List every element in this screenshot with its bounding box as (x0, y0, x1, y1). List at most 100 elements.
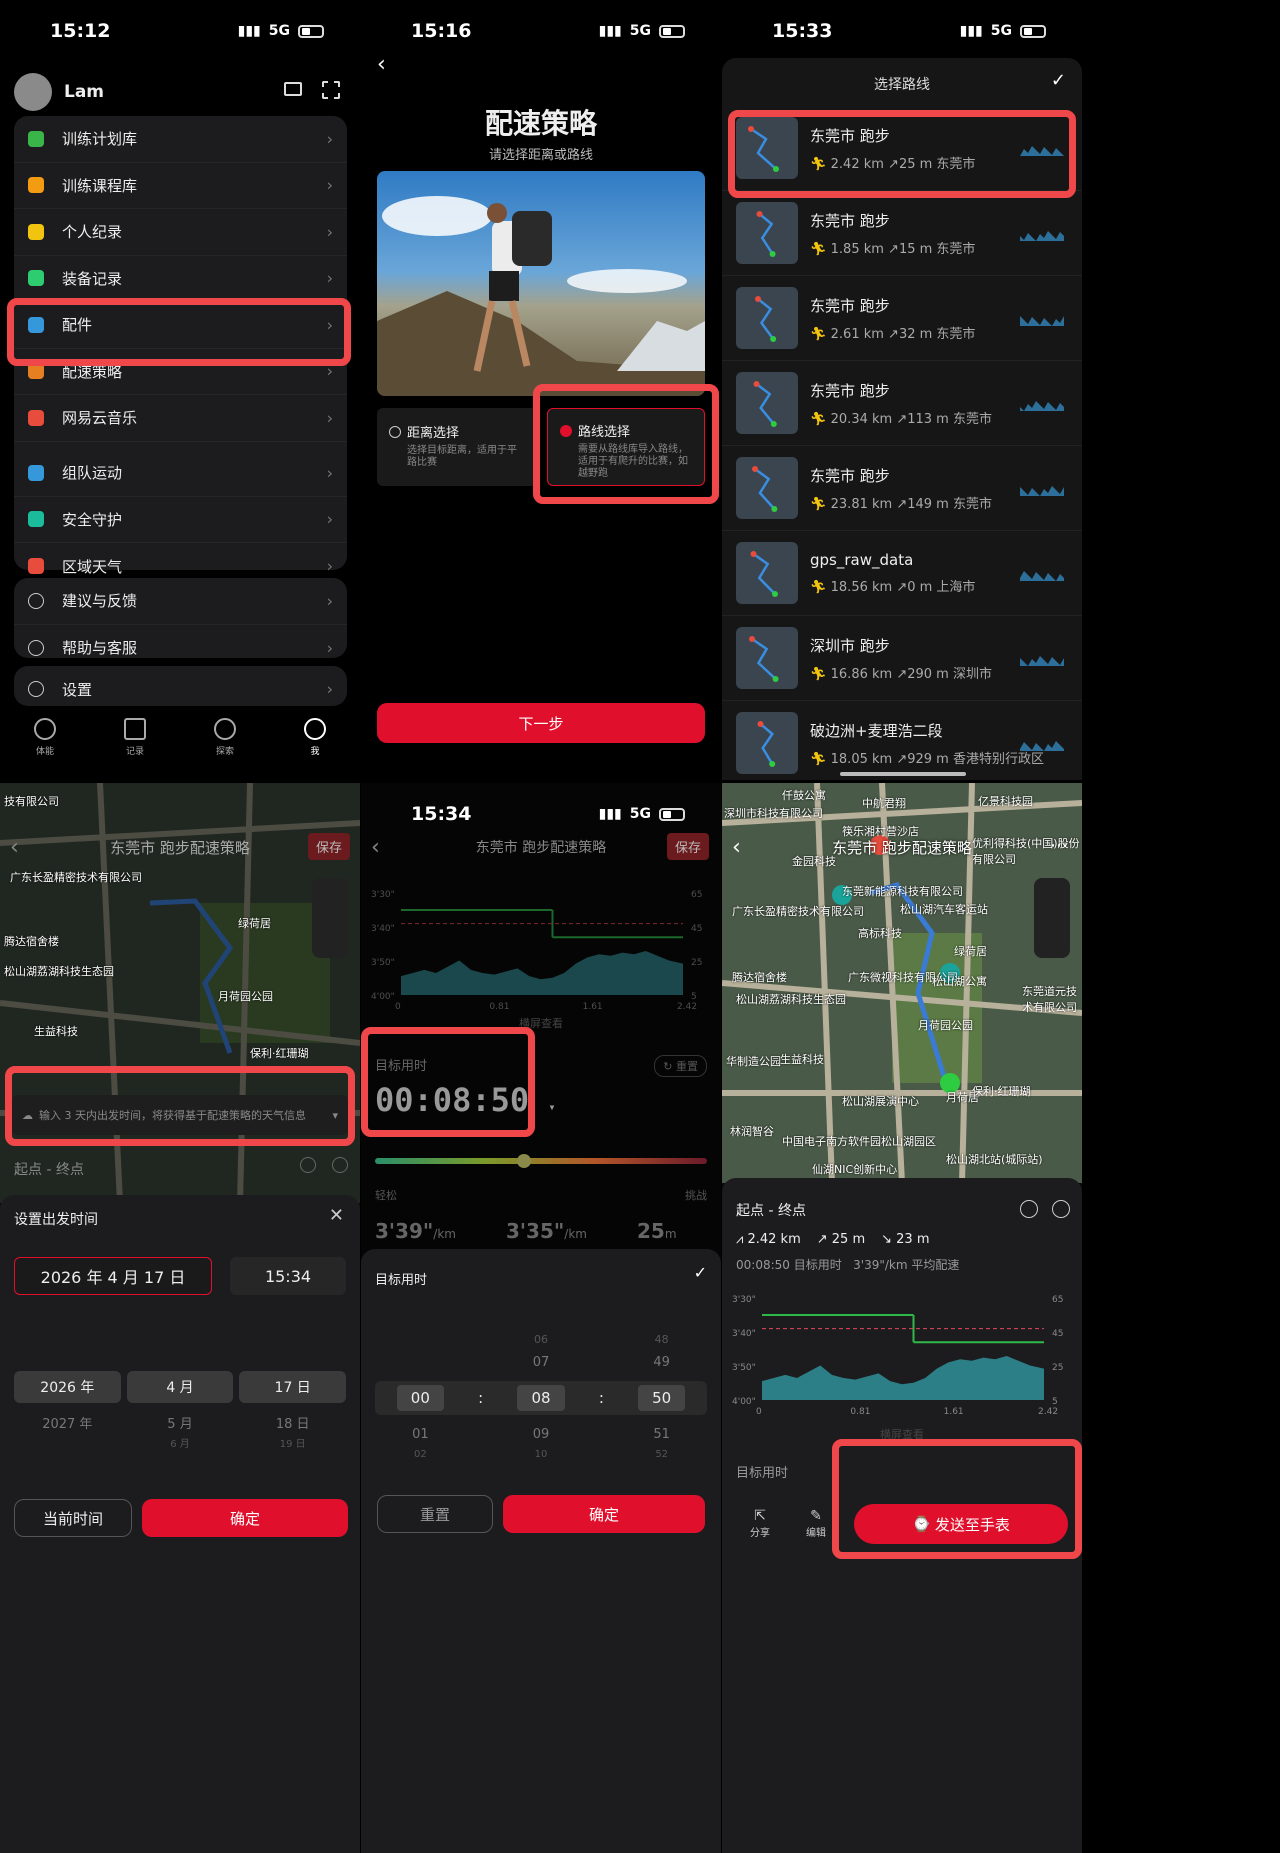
tab-me[interactable]: 我 (304, 718, 326, 757)
next-icon[interactable] (1052, 1200, 1070, 1218)
mail-icon[interactable] (284, 82, 302, 96)
picker-min-prev[interactable]: 07 (496, 1355, 587, 1370)
close-icon[interactable]: ✕ (329, 1205, 344, 1226)
route-item[interactable]: 深圳市 跑步 🏃︎ 16.86 km ↗290 m 深圳市 (722, 616, 1082, 701)
picker-second[interactable]: 50 (638, 1385, 686, 1411)
time-picker[interactable]: 06 48 07 49 00: 08: 50 01 09 51 02 10 52 (375, 1329, 707, 1469)
weather-bar[interactable]: ☁ 输入 3 天内出发时间，将获得基于配速策略的天气信息 ▾ (12, 1095, 348, 1135)
route-stats: 🏃︎ 20.34 km ↗113 m 东莞市 (810, 408, 992, 427)
route-city: 东莞市 (936, 156, 976, 172)
send-to-watch-button[interactable]: ⌚ 发送至手表 (854, 1504, 1068, 1544)
next-button[interactable]: 下一步 (377, 703, 705, 743)
picker-min-next[interactable]: 09 (496, 1427, 587, 1442)
y-tick-right: 5 (1052, 1397, 1058, 1407)
picker-min-next2[interactable]: 10 (496, 1449, 587, 1460)
picker-day-next2[interactable]: 19 日 (239, 1435, 346, 1450)
menu-item-music[interactable]: 网易云音乐 › (14, 395, 347, 442)
option-route[interactable]: 路线选择 需要从路线库导入路线，适用于有爬升的比赛，如越野跑 (547, 408, 705, 486)
x-tick: 0.81 (489, 1002, 509, 1012)
picker-hour[interactable]: 00 (396, 1385, 444, 1411)
route-item[interactable]: 东莞市 跑步 🏃︎ 2.42 km ↗25 m 东莞市 (722, 106, 1082, 191)
layers-icon[interactable] (312, 878, 348, 958)
route-item[interactable]: 东莞市 跑步 🏃︎ 20.34 km ↗113 m 东莞市 (722, 361, 1082, 446)
hard-label: 挑战 (685, 1189, 707, 1202)
confirm-check-icon[interactable]: ✓ (694, 1263, 707, 1282)
edit-icon: ✎ (810, 1508, 822, 1524)
menu-item-question[interactable]: 建议与反馈 › (14, 578, 347, 625)
signal-icon: ▮▮▮ (598, 23, 622, 39)
menu-item-shoe[interactable]: 装备记录 › (14, 256, 347, 302)
edit-button[interactable]: ✎ 编辑 (806, 1508, 826, 1539)
picker-min-prev2[interactable]: 06 (496, 1333, 587, 1346)
menu-item-record[interactable]: 个人纪录 › (14, 209, 347, 256)
picker-year[interactable]: 2026 年 (14, 1371, 121, 1403)
reset-link[interactable]: ↻ 重置 (654, 1055, 707, 1077)
layers-icon[interactable] (1034, 878, 1070, 958)
route-stats: 🏃︎ 2.42 km ↗25 m 东莞市 (810, 153, 975, 172)
time-field[interactable]: 15:34 (230, 1257, 346, 1295)
route-km: 23.81 km (830, 496, 897, 512)
slider-thumb[interactable] (517, 1154, 531, 1168)
descent-icon: ↘ (881, 1232, 897, 1247)
now-button[interactable]: 当前时间 (14, 1499, 132, 1537)
confirm-button[interactable]: 确定 (503, 1495, 705, 1533)
save-button[interactable]: 保存 (666, 833, 709, 860)
picker-hour-prev[interactable] (375, 1333, 466, 1346)
picker-hour-next[interactable]: 01 (375, 1427, 466, 1442)
option-distance[interactable]: 距离选择 选择目标距离，适用于平路比赛 (377, 408, 537, 486)
prev-icon[interactable] (1020, 1200, 1038, 1218)
target-time[interactable]: 00:08:50 ▾ (375, 1081, 556, 1119)
picker-minute[interactable]: 08 (517, 1385, 565, 1411)
menu-item-pace[interactable]: 配速策略 › (14, 349, 347, 395)
menu-item-course[interactable]: 训练课程库 › (14, 163, 347, 209)
picker-day[interactable]: 17 日 (239, 1371, 347, 1403)
tab-fitness[interactable]: 体能 (34, 718, 56, 757)
y-tick-left: 4'00" (732, 1397, 756, 1407)
tab-explore[interactable]: 探索 (214, 718, 236, 757)
picker-sec-next2[interactable]: 52 (616, 1449, 707, 1460)
menu-item-shield[interactable]: 安全守护 › (14, 497, 347, 543)
pace-slider[interactable] (375, 1158, 707, 1164)
training-plan-icon (28, 130, 44, 147)
y-tick-right: 65 (1052, 1295, 1063, 1305)
picker-sec-prev[interactable]: 49 (616, 1355, 707, 1370)
picker-month-next2[interactable]: 6 月 (127, 1435, 234, 1450)
menu-item-training-plan[interactable]: 训练计划库 › (14, 116, 347, 163)
confirm-button[interactable]: 确定 (142, 1499, 348, 1537)
picker-sec-prev2[interactable]: 48 (616, 1333, 707, 1346)
reset-button[interactable]: 重置 (377, 1495, 493, 1533)
route-item[interactable]: gps_raw_data 🏃︎ 18.56 km ↗0 m 上海市 (722, 531, 1082, 616)
next-icon[interactable] (332, 1157, 348, 1173)
route-item[interactable]: 东莞市 跑步 🏃︎ 1.85 km ↗15 m 东莞市 (722, 191, 1082, 276)
route-elevation-sparkline (1020, 306, 1064, 332)
picker-hour-next2[interactable]: 02 (375, 1449, 466, 1460)
picker-sec-next[interactable]: 51 (616, 1427, 707, 1442)
menu-item-watch[interactable]: 配件 › (14, 302, 347, 349)
tab-bar: 体能 记录 探索 我 (0, 718, 360, 757)
avatar[interactable] (14, 73, 52, 111)
menu-item-headset[interactable]: 帮助与客服 › (14, 625, 347, 672)
prev-icon[interactable] (300, 1157, 316, 1173)
picker-month-next[interactable]: 5 月 (127, 1413, 234, 1432)
network-label: 5G (990, 23, 1012, 39)
picker-month[interactable]: 4 月 (126, 1371, 234, 1403)
menu-item-team[interactable]: 组队运动 › (14, 450, 347, 497)
picker-day-next[interactable]: 18 日 (239, 1413, 346, 1432)
date-field[interactable]: 2026 年 4 月 17 日 (14, 1257, 212, 1295)
route-item[interactable]: 东莞市 跑步 🏃︎ 2.61 km ↗32 m 东莞市 (722, 276, 1082, 361)
share-button[interactable]: ⇱ 分享 (750, 1508, 770, 1539)
tab-records[interactable]: 记录 (124, 718, 146, 757)
route-item[interactable]: 破边洲+麦理浩二段 🏃︎ 18.05 km ↗929 m 香港特别行政区 (722, 701, 1082, 780)
back-icon[interactable]: ‹ (377, 52, 386, 77)
tab-label: 我 (310, 747, 320, 757)
scan-icon[interactable] (322, 81, 340, 99)
picker-year-next[interactable]: 2027 年 (14, 1413, 121, 1432)
route-up: ↗15 m (888, 241, 937, 257)
distance-icon: ⩘ (736, 1232, 748, 1247)
menu-item-gear[interactable]: 设置 › (14, 666, 347, 713)
more-icon[interactable]: ⋯ (1050, 835, 1068, 856)
date-picker[interactable]: 2026 年 4 月 17 日 2027 年 5 月 18 日 6 月 19 日 (14, 1371, 347, 1471)
route-item[interactable]: 东莞市 跑步 🏃︎ 23.81 km ↗149 m 东莞市 (722, 446, 1082, 531)
confirm-check-icon[interactable]: ✓ (1051, 70, 1066, 91)
save-button[interactable]: 保存 (307, 833, 350, 860)
